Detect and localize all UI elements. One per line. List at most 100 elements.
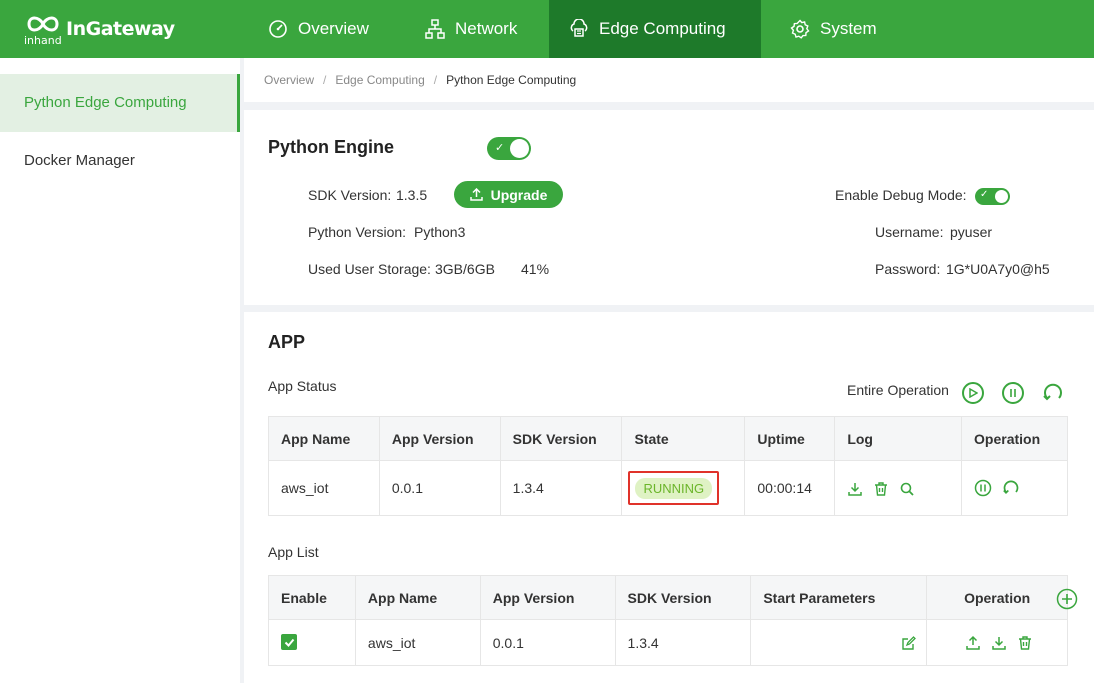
logo-mark-icon: inhand: [24, 12, 64, 47]
username-label: Username:: [875, 224, 944, 240]
breadcrumb-edge-computing[interactable]: Edge Computing: [335, 73, 424, 87]
col-uptime: Uptime: [744, 416, 836, 461]
sdk-version-label: SDK Version:: [308, 187, 392, 203]
toggle-knob: [510, 139, 529, 158]
col-operation: Operation: [926, 575, 1068, 620]
table-header-row: App Name App Version SDK Version State U…: [268, 416, 1068, 461]
col-state: State: [621, 416, 746, 461]
col-sdk-version: SDK Version: [499, 416, 623, 461]
cell-app-version: 0.0.1: [378, 460, 501, 516]
col-enable: Enable: [268, 575, 356, 620]
add-app-button[interactable]: [1056, 588, 1078, 610]
upload-icon[interactable]: [965, 635, 981, 651]
trash-icon[interactable]: [1017, 635, 1033, 651]
python-engine-toggle[interactable]: ✓: [487, 137, 531, 160]
app-list-label: App List: [268, 544, 319, 560]
cell-log: [834, 460, 963, 516]
nav-system[interactable]: System: [770, 0, 897, 58]
svg-text:inhand: inhand: [24, 34, 62, 46]
col-app-version: App Version: [378, 416, 501, 461]
sidebar-item-docker-manager[interactable]: Docker Manager: [0, 132, 240, 190]
debug-mode-label: Enable Debug Mode:: [835, 187, 967, 203]
nav-network[interactable]: Network: [405, 0, 537, 58]
edit-icon[interactable]: [901, 636, 916, 651]
col-start-parameters: Start Parameters: [750, 575, 928, 620]
search-icon[interactable]: [899, 481, 915, 497]
storage-label: Used User Storage:: [308, 261, 431, 277]
start-all-button[interactable]: [962, 382, 984, 404]
username-value: pyuser: [950, 224, 993, 240]
cell-operation: [961, 460, 1068, 516]
enable-checkbox[interactable]: [281, 634, 297, 651]
python-version-label: Python Version:: [308, 224, 407, 240]
cell-start-parameters: [750, 619, 928, 666]
brand-name: InGateway: [66, 18, 175, 40]
col-log: Log: [834, 416, 963, 461]
cell-operation: [926, 619, 1068, 666]
col-app-name: App Name: [268, 416, 380, 461]
breadcrumb-current: Python Edge Computing: [446, 73, 577, 87]
nav-overview-label: Overview: [298, 19, 369, 38]
python-version-value: Python3: [414, 224, 466, 240]
cell-app-name: aws_iot: [354, 619, 481, 666]
download-icon[interactable]: [847, 481, 863, 497]
password-label: Password:: [875, 261, 941, 277]
top-navbar: inhand InGateway Overview Network Edge C…: [0, 0, 1094, 58]
breadcrumb-separator: /: [323, 73, 327, 87]
play-icon: [969, 388, 978, 398]
cell-uptime: 00:00:14: [744, 460, 836, 516]
storage-percent: 41%: [521, 261, 550, 277]
app-status-label: App Status: [268, 378, 337, 394]
pause-icon[interactable]: [974, 479, 992, 497]
restart-icon: [1043, 383, 1062, 401]
nav-overview[interactable]: Overview: [248, 0, 389, 58]
gear-icon: [790, 19, 810, 39]
breadcrumb-separator: /: [433, 73, 438, 87]
download-icon[interactable]: [991, 635, 1007, 651]
trash-icon[interactable]: [873, 481, 889, 497]
sdk-version-value: 1.3.5: [396, 187, 428, 203]
col-sdk-version: SDK Version: [614, 575, 752, 620]
check-icon: ✓: [980, 189, 989, 200]
breadcrumb-overview[interactable]: Overview: [264, 73, 314, 87]
col-app-version: App Version: [479, 575, 616, 620]
table-header-row: Enable App Name App Version SDK Version …: [268, 575, 1068, 620]
pause-icon: [1010, 389, 1016, 397]
debug-mode-toggle[interactable]: ✓: [975, 188, 1010, 205]
toggle-knob: [995, 190, 1008, 203]
password-value: 1G*U0A7y0@h5: [946, 261, 1050, 277]
cell-sdk-version: 1.3.4: [499, 460, 623, 516]
restart-all-button[interactable]: [1042, 382, 1064, 404]
cell-app-version: 0.0.1: [479, 619, 616, 666]
breadcrumb: Overview / Edge Computing / Python Edge …: [244, 58, 1094, 102]
upgrade-button[interactable]: Upgrade: [454, 181, 563, 208]
upgrade-label: Upgrade: [490, 186, 548, 203]
network-icon: [425, 19, 445, 39]
app-panel: APP App Status Entire Operation App Name…: [244, 312, 1094, 683]
nav-edge-computing[interactable]: Edge Computing: [549, 0, 761, 58]
state-highlight-box: RUNNING: [628, 471, 720, 505]
col-app-name: App Name: [354, 575, 481, 620]
upload-icon: [469, 188, 483, 201]
app-status-table: App Name App Version SDK Version State U…: [268, 416, 1068, 516]
edge-computing-icon: [570, 19, 588, 37]
status-badge: RUNNING: [635, 478, 713, 499]
nav-system-label: System: [820, 19, 877, 38]
pause-all-button[interactable]: [1002, 382, 1024, 404]
cell-enable: [268, 619, 356, 666]
cell-app-name: aws_iot: [268, 460, 380, 516]
restart-icon[interactable]: [1002, 479, 1020, 497]
sidebar-item-python-edge-computing[interactable]: Python Edge Computing: [0, 74, 240, 132]
app-section-title: APP: [268, 332, 306, 352]
entire-operation-label: Entire Operation: [847, 382, 949, 398]
inhand-logo[interactable]: inhand InGateway: [24, 12, 175, 47]
check-icon: [284, 638, 294, 647]
sidebar: Python Edge Computing Docker Manager: [0, 58, 240, 683]
dashboard-icon: [269, 20, 287, 38]
app-list-table: Enable App Name App Version SDK Version …: [268, 575, 1068, 666]
cell-sdk-version: 1.3.4: [614, 619, 752, 666]
plus-circle-icon: [1056, 588, 1078, 610]
cell-state: RUNNING: [621, 460, 746, 516]
storage-value: 3GB/6GB: [435, 261, 495, 277]
check-icon: ✓: [495, 142, 505, 154]
